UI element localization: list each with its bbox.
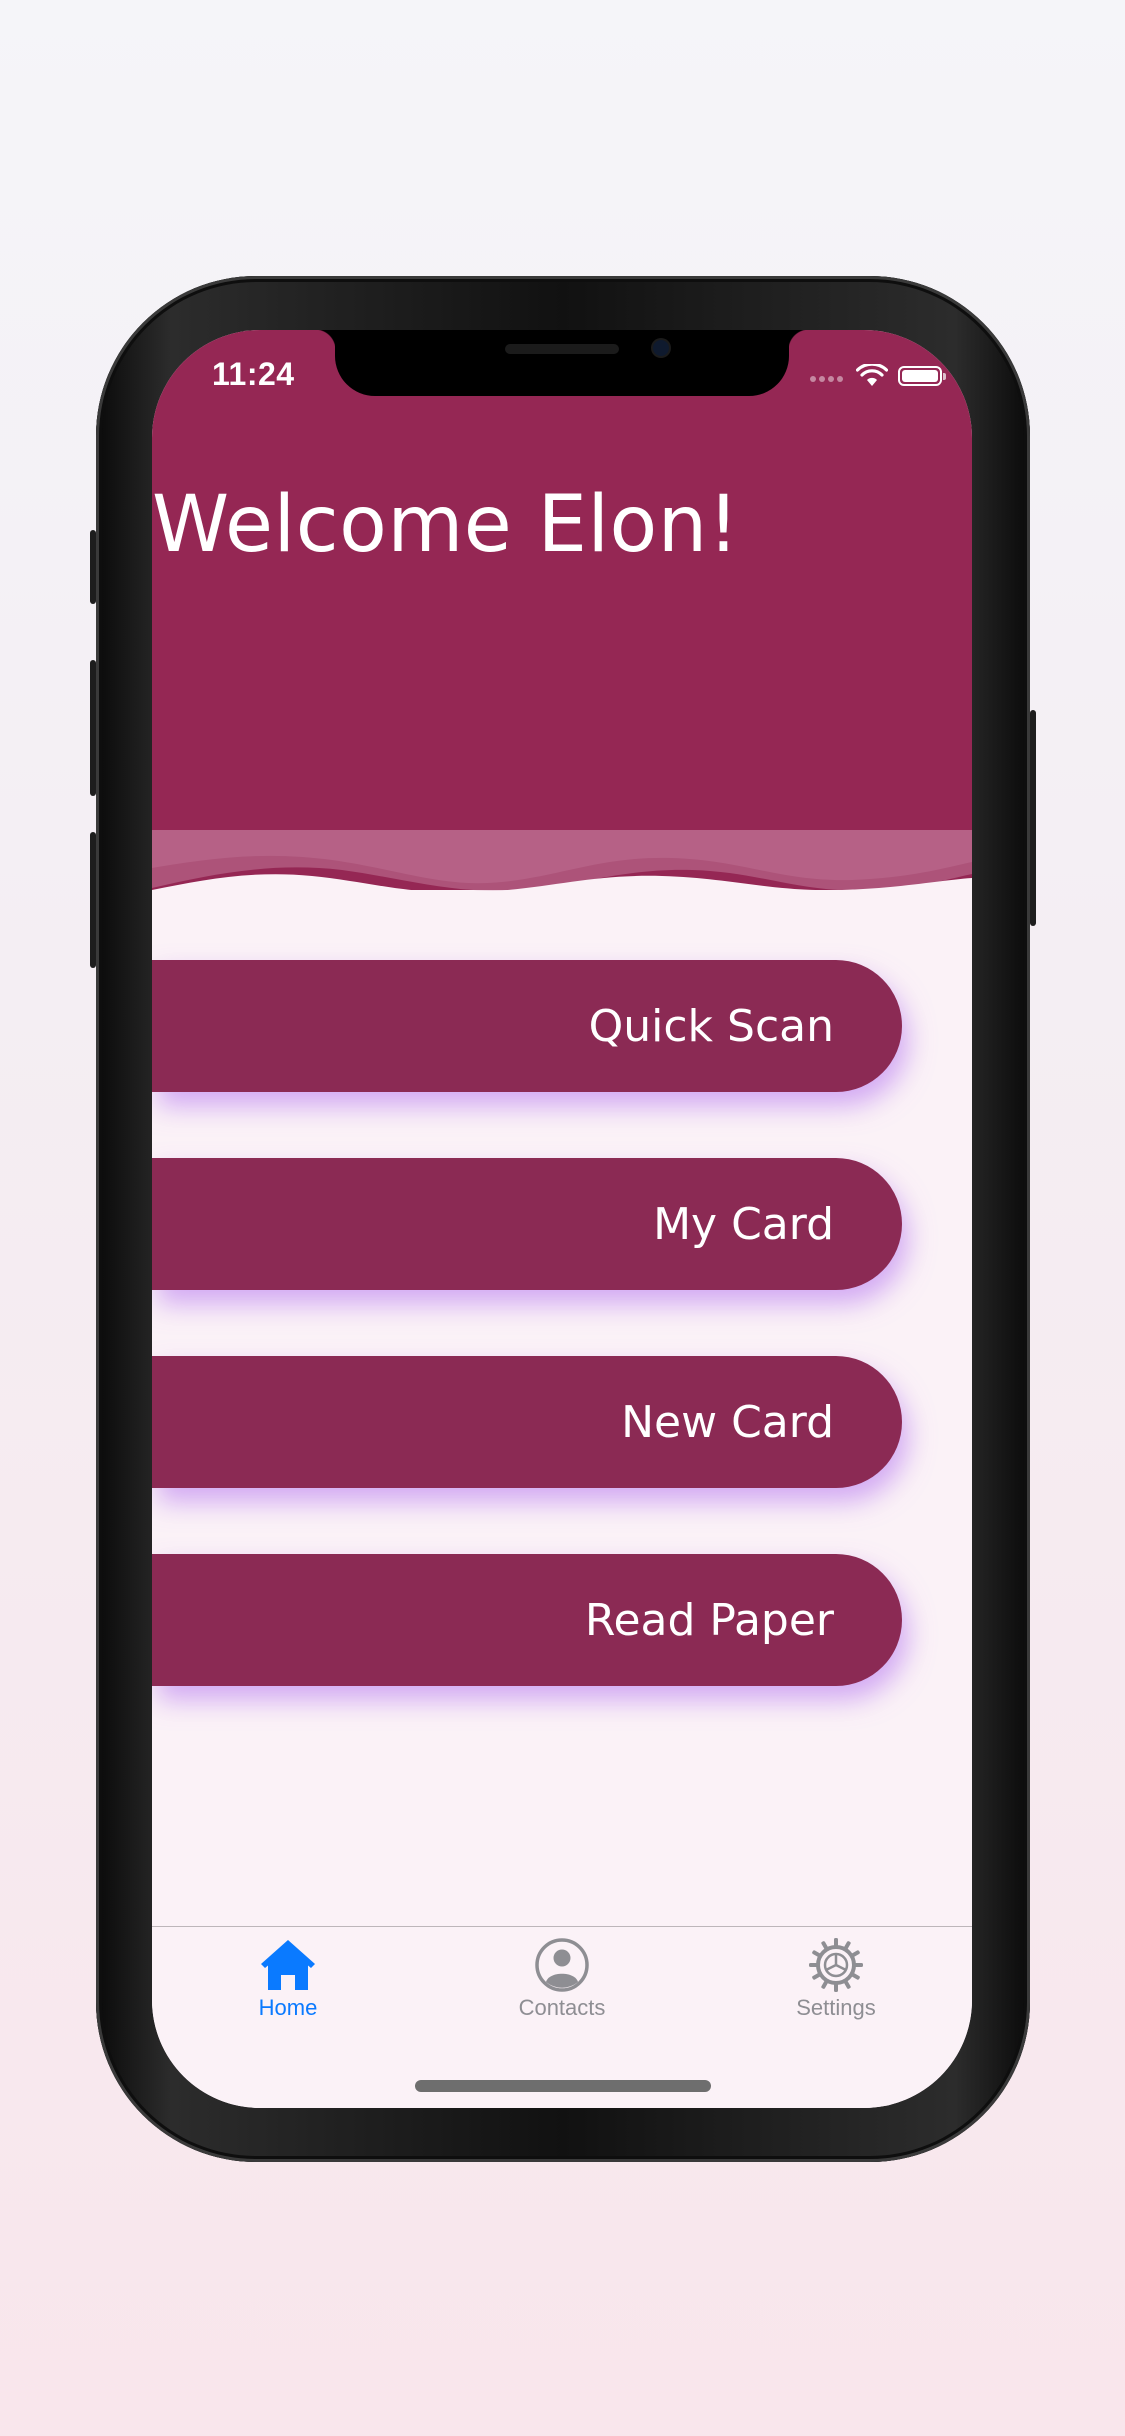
tab-contacts[interactable]: Contacts: [462, 1937, 662, 2021]
gear-icon: [809, 1938, 863, 1992]
tab-home-label: Home: [258, 1995, 318, 2020]
app-screen: 11:24 Welcome Elon! Quick Scan My Card N…: [152, 330, 972, 2108]
side-button: [1030, 710, 1036, 926]
earpiece-speaker: [505, 344, 619, 354]
status-time: 11:24: [212, 356, 295, 392]
battery-level: [902, 370, 938, 382]
silent-switch: [90, 530, 96, 604]
front-camera: [653, 340, 669, 356]
read-paper-button[interactable]: Read Paper: [152, 1554, 902, 1686]
cellular-signal-icon: [810, 367, 846, 386]
house-icon: [261, 1940, 315, 1990]
welcome-title: Welcome Elon!: [152, 480, 740, 570]
tab-contacts-label: Contacts: [518, 1995, 606, 2020]
tab-settings-label: Settings: [796, 1995, 876, 2020]
new-card-button[interactable]: New Card: [152, 1356, 902, 1488]
volume-down-button: [90, 832, 96, 968]
volume-up-button: [90, 660, 96, 796]
person-circle-icon: [535, 1938, 589, 1992]
wifi-icon: [856, 364, 888, 386]
device-notch: [315, 330, 809, 396]
home-indicator[interactable]: [415, 2080, 711, 2092]
my-card-button[interactable]: My Card: [152, 1158, 902, 1290]
header-wave: [152, 790, 972, 930]
tab-settings[interactable]: Settings: [736, 1937, 936, 2021]
quick-scan-button[interactable]: Quick Scan: [152, 960, 902, 1092]
status-indicators: [810, 364, 946, 388]
tab-home[interactable]: Home: [188, 1937, 388, 2021]
battery-icon: [898, 366, 946, 386]
